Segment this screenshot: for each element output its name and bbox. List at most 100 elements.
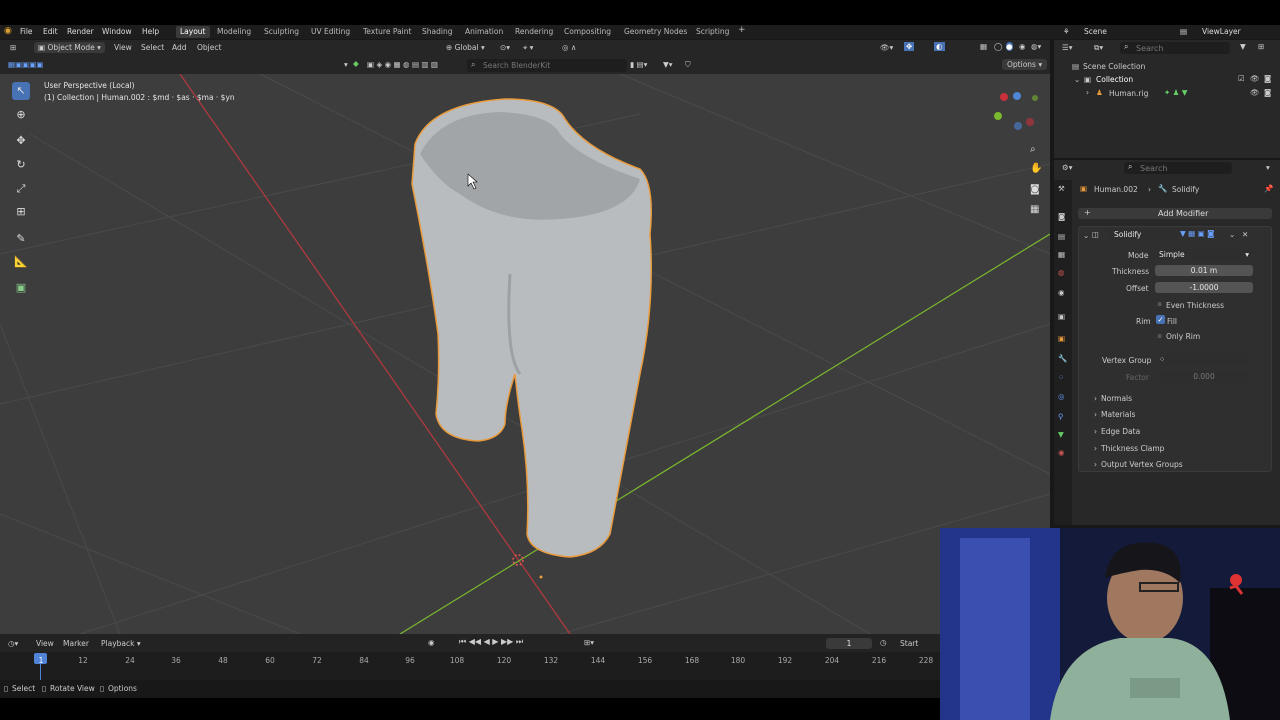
collection-label[interactable]: Collection [1096, 75, 1133, 84]
tab-rendering[interactable]: Rendering [515, 27, 553, 36]
menu-edit[interactable]: Edit [43, 27, 58, 36]
exclude-checkbox-icon[interactable]: ☑ [1238, 74, 1245, 83]
rotate-tool-icon[interactable]: ↻ [12, 156, 30, 174]
overlay-toggle-icon[interactable]: ◐ [934, 42, 945, 51]
tool-tab-icon[interactable]: ⚒ [1058, 184, 1065, 193]
tab-shading[interactable]: Shading [422, 27, 452, 36]
select-box-icon[interactable]: ▦▣▣▣▣ [8, 60, 43, 69]
new-collection-icon[interactable]: ⊞ [1258, 42, 1264, 51]
move-tool-icon[interactable]: ✥ [12, 132, 30, 150]
tab-texture-paint[interactable]: Texture Paint [363, 27, 411, 36]
properties-search-input[interactable]: ⌕ Search [1124, 162, 1232, 174]
data-tab-icon[interactable]: ▼ [1058, 430, 1064, 439]
constraints-tab-icon[interactable]: ⚲ [1058, 412, 1064, 421]
mode-dropdown[interactable]: Simple ▾ [1155, 249, 1253, 260]
panel-edge-data[interactable]: Edge Data [1101, 427, 1140, 436]
tab-uv-editing[interactable]: UV Editing [311, 27, 350, 36]
cursor-tool-icon[interactable]: ⊕ [12, 106, 30, 124]
scene-collection-label[interactable]: Scene Collection [1083, 62, 1145, 71]
view-layer-tab-icon[interactable]: ▦ [1058, 250, 1065, 259]
modifier-visibility-icons[interactable]: ▼ ▦ ▣ ◙ [1180, 229, 1214, 238]
chevron-down-icon[interactable]: ▾ [1266, 163, 1270, 172]
pin-icon[interactable]: 📌 [1264, 184, 1273, 193]
tab-animation[interactable]: Animation [465, 27, 503, 36]
output-tab-icon[interactable]: ▤ [1058, 232, 1065, 241]
editor-type-icon[interactable]: ⊞ [10, 43, 16, 52]
viewlayer-name[interactable]: ViewLayer [1202, 27, 1241, 36]
collection-expand-icon[interactable]: ⌄ [1074, 75, 1080, 84]
menu-render[interactable]: Render [67, 27, 94, 36]
add-modifier-button[interactable]: + Add Modifier [1078, 208, 1272, 219]
rig-expand-icon[interactable]: › [1086, 88, 1089, 97]
modifier-name-field[interactable]: Solidify [1108, 229, 1178, 240]
scene-name[interactable]: Scene [1084, 27, 1107, 36]
close-icon[interactable]: ✕ [1242, 230, 1248, 239]
shading-solid-icon[interactable]: ● [1006, 42, 1013, 51]
world-tab-icon[interactable]: ◉ [1058, 288, 1065, 297]
physics-tab-icon[interactable]: ◎ [1058, 392, 1065, 401]
panel-normals-expand[interactable]: › [1094, 394, 1097, 403]
annotate-tool-icon[interactable]: ✎ [12, 230, 30, 248]
filter-icon[interactable]: ▼ [1240, 42, 1246, 51]
pivot-icon[interactable]: ⊙▾ [500, 43, 510, 52]
render-tab-icon[interactable]: ◙ [1058, 212, 1065, 221]
rig-label[interactable]: Human.rig [1109, 89, 1148, 98]
panel-materials-expand[interactable]: › [1094, 410, 1097, 419]
menu-view[interactable]: View [114, 43, 132, 52]
modifier-tab-icon[interactable]: 🔧 [1058, 354, 1067, 363]
tab-layout[interactable]: Layout [176, 26, 210, 38]
blenderkit-menu-icon[interactable]: ▾ [344, 60, 348, 69]
panel-edge-data-expand[interactable]: › [1094, 427, 1097, 436]
blenderkit-logo-icon[interactable]: ◆ [353, 59, 359, 68]
tab-modeling[interactable]: Modeling [217, 27, 251, 36]
asset-type-icons[interactable]: ▣ ◈ ◉ ▦ ◍ ▤ ▥ ▧ [367, 60, 438, 69]
bookmark-icon[interactable]: ▮ ▤▾ [630, 60, 647, 69]
offset-field[interactable]: -1.0000 [1155, 282, 1253, 293]
xray-icon[interactable]: ▦ [980, 42, 987, 51]
visibility-icon[interactable]: 👁▾ [880, 43, 893, 52]
panel-materials[interactable]: Materials [1101, 410, 1135, 419]
blenderkit-search-input[interactable]: ⌕ Search BlenderKit [467, 59, 627, 72]
vertex-group-field[interactable]: ⁘ [1155, 354, 1251, 365]
3d-viewport[interactable]: User Perspective (Local) (1) Collection … [0, 74, 1050, 634]
playback-controls[interactable]: ⏮ ◀◀ ◀ ▶ ▶▶ ⏭ [459, 637, 523, 647]
blender-logo-icon[interactable]: ◉ [4, 26, 12, 36]
pose-icon[interactable]: ✦ ♟ ▼ [1164, 88, 1188, 97]
eye-icon[interactable]: 👁 [1250, 74, 1260, 83]
tab-geometry-nodes[interactable]: Geometry Nodes [624, 27, 687, 36]
snap-icon[interactable]: ⌖ ▾ [523, 43, 533, 53]
collection-tab-icon[interactable]: ▣ [1058, 312, 1065, 321]
camera-render-icon[interactable]: ◙ [1264, 88, 1271, 97]
camera-view-icon[interactable]: ◙ [1030, 184, 1040, 195]
shading-material-icon[interactable]: ◉ [1019, 42, 1026, 51]
mode-dropdown[interactable]: ▣ Object Mode ▾ [34, 42, 105, 53]
menu-help[interactable]: Help [142, 27, 159, 36]
panel-thickness-clamp[interactable]: Thickness Clamp [1101, 444, 1164, 453]
menu-select[interactable]: Select [141, 43, 164, 52]
menu-window[interactable]: Window [102, 27, 132, 36]
material-tab-icon[interactable]: ◉ [1058, 448, 1065, 457]
outliner-filter-mode-icon[interactable]: ⧉▾ [1094, 43, 1103, 53]
transform-tool-icon[interactable]: ⊞ [12, 203, 30, 221]
add-workspace-button[interactable]: + [738, 25, 746, 35]
object-tab-icon[interactable]: ▣ [1058, 334, 1065, 343]
scene-tab-icon[interactable]: ◍ [1058, 268, 1065, 277]
breadcrumb-modifier[interactable]: Solidify [1172, 185, 1199, 194]
factor-field[interactable]: 0.000 [1155, 371, 1253, 382]
pan-icon[interactable]: ✋ [1030, 163, 1042, 174]
transform-orientation-dropdown[interactable]: ⊕ Global ▾ [446, 43, 485, 52]
tab-scripting[interactable]: Scripting [696, 27, 729, 36]
particles-tab-icon[interactable]: ⁘ [1058, 373, 1064, 382]
proportional-edit-icon[interactable]: ◎ ∧ [562, 43, 576, 52]
ortho-toggle-icon[interactable]: ▦ [1030, 204, 1039, 215]
chevron-down-icon[interactable]: ⌄ [1229, 230, 1235, 239]
breadcrumb-object[interactable]: Human.002 [1094, 185, 1138, 194]
timeline-track[interactable] [0, 652, 940, 680]
menu-file[interactable]: File [20, 27, 33, 36]
timeline-view-menu[interactable]: View [36, 639, 54, 648]
shield-icon[interactable]: ⛉ [685, 60, 691, 70]
collapse-icon[interactable]: ⌄ [1083, 231, 1089, 240]
tab-sculpting[interactable]: Sculpting [264, 27, 299, 36]
panel-output-vertex-groups[interactable]: Output Vertex Groups [1101, 460, 1183, 469]
menu-object[interactable]: Object [197, 43, 221, 52]
